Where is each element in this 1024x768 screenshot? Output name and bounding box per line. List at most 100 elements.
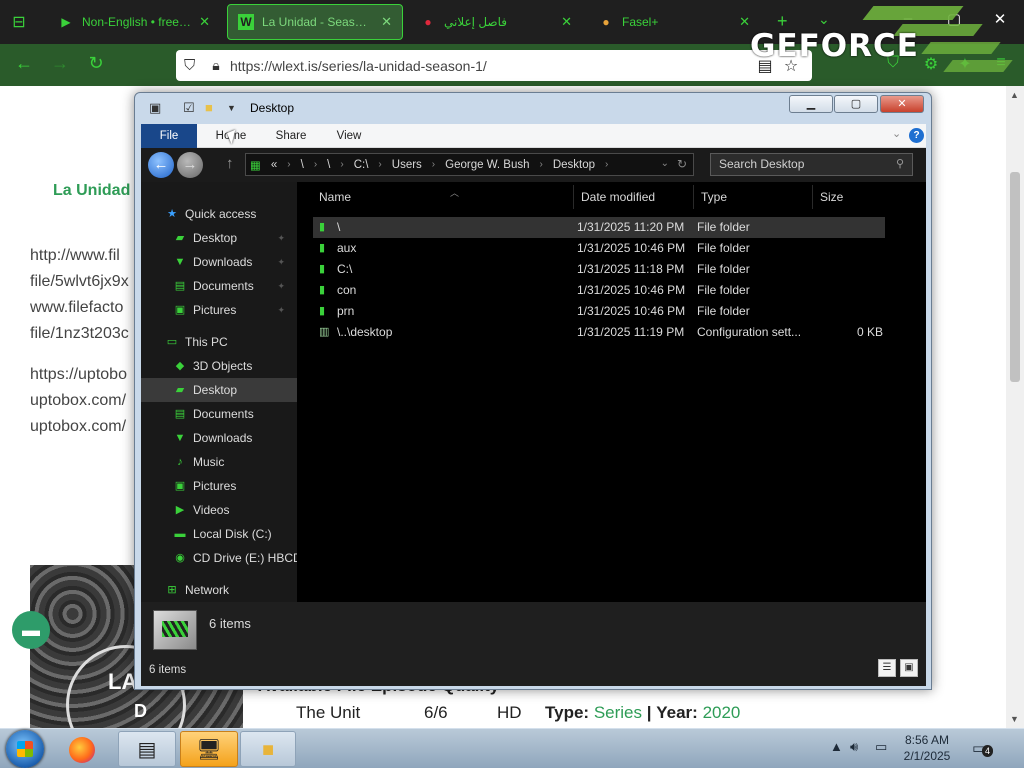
tab-view[interactable]: View [323, 124, 375, 148]
series-title[interactable]: La Unidad [53, 182, 130, 200]
tab-ad-break[interactable]: ● فاصل إعلاني ✕ [410, 4, 582, 40]
sidebar-item-documents[interactable]: ▤ Documents [141, 402, 297, 426]
breadcrumb-chevron-icon[interactable]: › [432, 159, 435, 170]
back-arrow-icon[interactable]: ← [12, 53, 36, 74]
close-tab-icon[interactable]: ✕ [561, 14, 572, 30]
type-value[interactable]: Series [594, 703, 642, 722]
sidebar-item-desktop-pinned[interactable]: ▰ Desktop ✦ [141, 226, 297, 250]
tab-fasel-plus[interactable]: ● Fasel+ ✕ [588, 4, 760, 40]
forward-arrow-icon[interactable]: → [48, 53, 72, 74]
notepad-taskbar-icon[interactable]: ▤ [118, 731, 176, 767]
file-row[interactable]: ▥ \..\desktop 1/31/2025 11:19 PM Configu… [313, 322, 885, 343]
expand-ribbon-chevron-icon[interactable]: ⌄ [892, 127, 901, 140]
list-tabs-chevron-icon[interactable]: ⌄ [818, 11, 830, 28]
close-tab-icon[interactable]: ✕ [739, 14, 750, 30]
explorer-title-bar[interactable]: ▣ ☑ ■ ▼ Desktop ▁ ▢ ✕ [135, 93, 931, 121]
breadcrumb-chevron-icon[interactable]: › [605, 159, 608, 170]
scrollbar-thumb[interactable] [1010, 172, 1020, 382]
column-header-name[interactable]: Name ︿ [312, 185, 574, 209]
puzzle-extension-icon[interactable]: ✦ [954, 54, 976, 74]
file-row[interactable]: ▮ con 1/31/2025 10:46 PM File folder [313, 280, 885, 301]
breadcrumb-segment[interactable]: \ [327, 159, 330, 171]
sidebar-item-downloads[interactable]: ▼ Downloads [141, 426, 297, 450]
download-link[interactable]: file/1nz3t203c [30, 325, 129, 343]
close-button[interactable]: ✕ [880, 95, 924, 113]
file-row[interactable]: ▮ \ 1/31/2025 11:20 PM File folder [313, 217, 885, 238]
download-link[interactable]: http://www.fil [30, 247, 120, 265]
quick-access-dropdown-icon[interactable]: ▼ [227, 103, 236, 113]
url-bar[interactable]: ⛉ 🔒︎ https://wlext.is/series/la-unidad-s… [176, 50, 812, 81]
sidebar-item-desktop[interactable]: ▰ Desktop [141, 378, 297, 402]
breadcrumb-chevron-icon[interactable]: › [287, 159, 290, 170]
app-menu-icon[interactable]: ≡ [990, 54, 1012, 72]
breadcrumb-segment[interactable]: Users [392, 159, 422, 171]
breadcrumb-chevron-icon[interactable]: › [340, 159, 343, 170]
tab-share[interactable]: Share [265, 124, 317, 148]
start-button[interactable] [6, 730, 44, 768]
tab-non-english[interactable]: ▶ Non-English • freemed ✕ [48, 4, 220, 40]
up-folder-arrow-icon[interactable]: ↑ [226, 155, 234, 172]
tracking-shield-icon[interactable]: ⛉ [184, 57, 202, 74]
bookmark-star-icon[interactable]: ☆ [778, 56, 804, 76]
file-explorer-taskbar-icon[interactable]: ■ [240, 731, 296, 767]
computer-taskbar-icon[interactable]: 🖥︎ [180, 731, 238, 767]
sidebar-item-documents-pinned[interactable]: ▤ Documents ✦ [141, 274, 297, 298]
sidebar-toggle-icon[interactable]: ⊟ [8, 12, 30, 34]
scroll-down-arrow-icon[interactable]: ▼ [1010, 714, 1019, 724]
scroll-up-arrow-icon[interactable]: ▲ [1010, 90, 1019, 100]
breadcrumb[interactable]: ▦ « › \ › \ › C:\ › Users › George W. Bu… [245, 153, 694, 176]
minimize-window-icon[interactable]: – [896, 10, 920, 27]
column-header-type[interactable]: Type [694, 185, 813, 209]
system-clock[interactable]: 8:56 AM 2/1/2025 [896, 732, 958, 764]
reload-icon[interactable]: ↻ [84, 53, 108, 74]
properties-check-icon[interactable]: ☑ [183, 100, 195, 116]
tab-la-unidad[interactable]: W La Unidad - Season 1 ✕ [227, 4, 403, 40]
file-row[interactable]: ▮ aux 1/31/2025 10:46 PM File folder [313, 238, 885, 259]
back-button-icon[interactable]: ← [148, 152, 174, 178]
sidebar-item-this-pc[interactable]: ▭ This PC [141, 330, 297, 354]
lock-icon[interactable]: 🔒︎ [202, 57, 230, 74]
network-tray-icon[interactable]: ▭ [875, 739, 887, 755]
page-scrollbar[interactable]: ▲ ▼ [1006, 86, 1024, 728]
download-link[interactable]: uptobox.com/ [30, 418, 126, 436]
close-tab-icon[interactable]: ✕ [381, 14, 392, 30]
file-row[interactable]: ▮ C:\ 1/31/2025 11:18 PM File folder [313, 259, 885, 280]
maximize-window-icon[interactable]: ▢ [942, 10, 966, 28]
volume-icon[interactable]: 🔊︎ [850, 739, 858, 755]
sidebar-item-pictures-pinned[interactable]: ▣ Pictures ✦ [141, 298, 297, 322]
firefox-taskbar-icon[interactable] [62, 731, 102, 767]
breadcrumb-chevron-icon[interactable]: › [540, 159, 543, 170]
new-tab-plus-icon[interactable]: + [777, 11, 788, 32]
column-header-size[interactable]: Size [813, 185, 887, 209]
breadcrumb-overflow[interactable]: « [271, 159, 277, 171]
details-view-icon[interactable]: ☰ [878, 659, 896, 677]
chat-bubble-icon[interactable]: ▬ [12, 611, 50, 649]
breadcrumb-segment[interactable]: George W. Bush [445, 159, 529, 171]
download-link[interactable]: https://uptobo [30, 366, 127, 384]
breadcrumb-segment[interactable]: \ [301, 159, 304, 171]
sidebar-item-network[interactable]: ⊞ Network [141, 578, 297, 602]
search-input[interactable]: Search Desktop ⚲ [710, 153, 913, 176]
minimize-button[interactable]: ▁ [789, 95, 833, 113]
sidebar-item-cd-drive[interactable]: ◉ CD Drive (E:) HBCD_ [141, 546, 297, 570]
file-row[interactable]: ▮ prn 1/31/2025 10:46 PM File folder [313, 301, 885, 322]
breadcrumb-chevron-icon[interactable]: › [314, 159, 317, 170]
forward-button-icon[interactable]: → [177, 152, 203, 178]
extension-icon[interactable]: ⚙ [920, 54, 942, 74]
sidebar-item-downloads-pinned[interactable]: ▼ Downloads ✦ [141, 250, 297, 274]
breadcrumb-chevron-icon[interactable]: › [378, 159, 381, 170]
url-text[interactable]: https://wlext.is/series/la-unidad-season… [230, 58, 752, 74]
sidebar-item-local-disk[interactable]: ▬ Local Disk (C:) [141, 522, 297, 546]
search-icon[interactable]: ⚲ [896, 154, 904, 175]
download-link[interactable]: uptobox.com/ [30, 392, 126, 410]
new-folder-icon[interactable]: ■ [205, 100, 213, 115]
maximize-button[interactable]: ▢ [834, 95, 878, 113]
sidebar-item-3d-objects[interactable]: ◆ 3D Objects [141, 354, 297, 378]
column-header-date-modified[interactable]: Date modified [574, 185, 694, 209]
breadcrumb-segment[interactable]: C:\ [354, 159, 369, 171]
refresh-icon[interactable]: ↻ [677, 157, 687, 171]
breadcrumb-segment[interactable]: Desktop [553, 159, 595, 171]
year-value[interactable]: 2020 [703, 703, 741, 722]
tab-file[interactable]: File [141, 124, 197, 148]
sidebar-item-quick-access[interactable]: ★ Quick access [141, 202, 297, 226]
